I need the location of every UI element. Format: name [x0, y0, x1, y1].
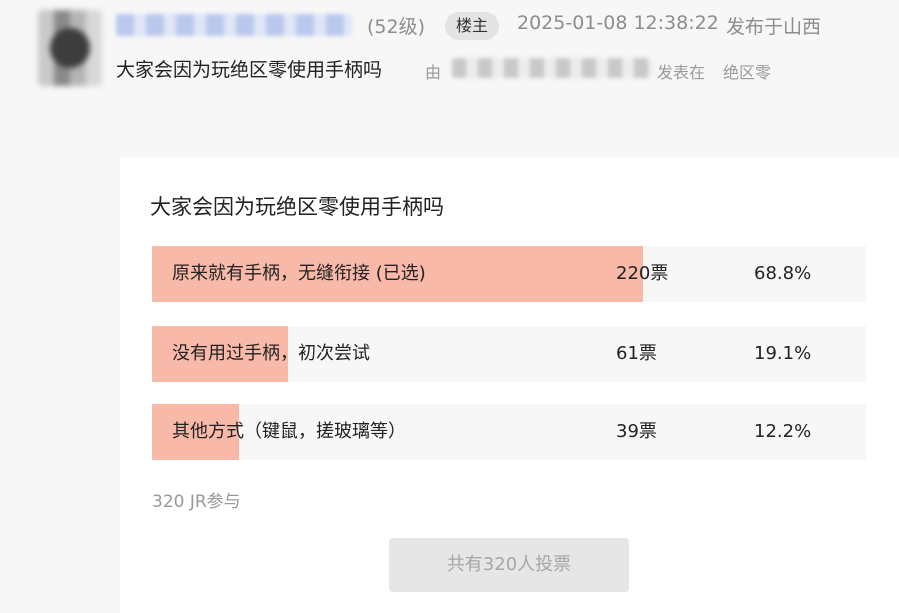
- poll-card: 大家会因为玩绝区零使用手柄吗 原来就有手柄，无缝衔接 (已选) 220票 68.…: [120, 157, 899, 613]
- poll-option-label: 没有用过手柄，初次尝试: [172, 343, 370, 364]
- by-label: 由: [425, 63, 442, 82]
- poll-title: 大家会因为玩绝区零使用手柄吗: [150, 195, 444, 219]
- thread-title[interactable]: 大家会因为玩绝区零使用手柄吗: [116, 55, 382, 82]
- username-redacted[interactable]: [116, 14, 352, 36]
- op-badge: 楼主: [445, 12, 500, 40]
- poll-option-percent: 19.1%: [754, 343, 812, 364]
- poll-option[interactable]: 没有用过手柄，初次尝试 61票 19.1%: [152, 326, 866, 382]
- poll-option-votes: 61票: [616, 343, 657, 364]
- poll-option-label: 原来就有手柄，无缝衔接 (已选): [172, 263, 426, 284]
- post-location: 发布于山西: [726, 16, 822, 38]
- poll-option[interactable]: 原来就有手柄，无缝衔接 (已选) 220票 68.8%: [152, 246, 866, 302]
- poll-option-votes: 220票: [616, 263, 669, 284]
- avatar[interactable]: [38, 10, 102, 86]
- poll-option-label: 其他方式（键鼠，搓玻璃等）: [172, 421, 406, 442]
- user-level: (52级): [367, 16, 426, 38]
- poll-option-percent: 68.8%: [754, 263, 812, 284]
- poll-option-percent: 12.2%: [754, 421, 812, 442]
- board-link[interactable]: 绝区零: [723, 59, 771, 83]
- poll-option[interactable]: 其他方式（键鼠，搓玻璃等） 39票 12.2%: [152, 404, 866, 460]
- poster-name-redacted[interactable]: [452, 58, 652, 78]
- posted-in-label: 发表在: [657, 63, 706, 82]
- post-datetime: 2025-01-08 12:38:22: [517, 12, 719, 34]
- poll-option-votes: 39票: [616, 421, 657, 442]
- participants-count: 320 JR参与: [152, 492, 241, 512]
- vote-total-button[interactable]: 共有320人投票: [389, 538, 629, 592]
- post-header: (52级) 楼主 2025-01-08 12:38:22 发布于山西 大家会因为…: [0, 0, 899, 130]
